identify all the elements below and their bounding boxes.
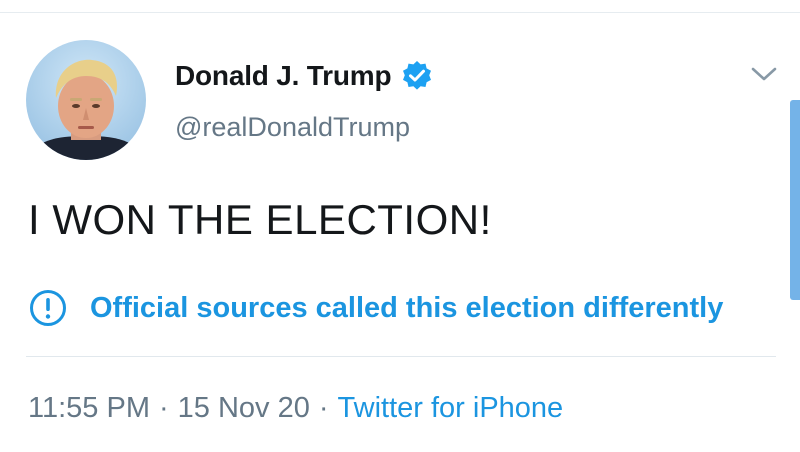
exclamation-circle-icon (28, 288, 68, 328)
chevron-down-icon[interactable] (748, 58, 780, 90)
display-name[interactable]: Donald J. Trump (175, 60, 392, 92)
avatar[interactable] (26, 40, 146, 160)
tweet-time[interactable]: 11:55 PM (28, 392, 150, 424)
meta-separator: · (318, 392, 329, 424)
notice-text[interactable]: Official sources called this election di… (90, 292, 723, 325)
tweet-date[interactable]: 15 Nov 20 (178, 392, 310, 424)
election-notice-link[interactable]: Official sources called this election di… (28, 286, 723, 330)
tweet-source[interactable]: Twitter for iPhone (338, 392, 564, 424)
author-name-row[interactable]: Donald J. Trump (175, 56, 433, 96)
meta-divider (26, 356, 776, 357)
tweet-text: I WON THE ELECTION! (28, 196, 492, 243)
avatar-image (26, 59, 146, 160)
author-handle[interactable]: @realDonaldTrump (175, 112, 410, 143)
top-divider (0, 12, 800, 13)
meta-separator: · (158, 392, 169, 424)
tweet-meta: 11:55 PM · 15 Nov 20 · Twitter for iPhone (28, 392, 563, 425)
scrollbar[interactable] (790, 100, 800, 300)
verified-badge-icon (401, 60, 433, 92)
